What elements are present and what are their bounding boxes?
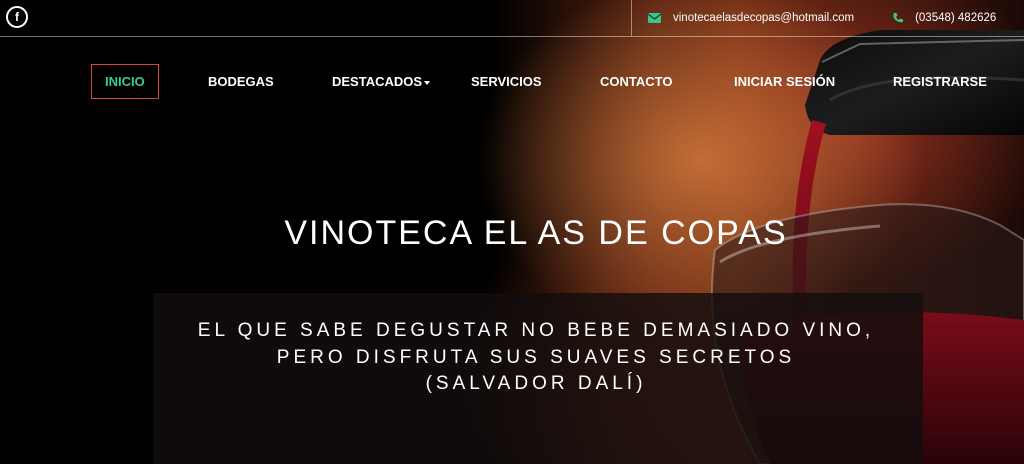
quote-line: EL QUE SABE DEGUSTAR NO BEBE DEMASIADO V… xyxy=(197,320,875,341)
top-bar: f vinotecaelasdecopas@hotmail.com (03548… xyxy=(0,0,1024,37)
topbar-divider xyxy=(0,36,1024,37)
nav-item-servicios[interactable]: SERVICIOS xyxy=(471,64,542,99)
hero-quote: EL QUE SABE DEGUSTAR NO BEBE DEMASIADO V… xyxy=(0,318,1024,398)
main-nav: INICIO BODEGAS DESTACADOS SERVICIOS CONT… xyxy=(0,64,1024,99)
contact-email[interactable]: vinotecaelasdecopas@hotmail.com xyxy=(673,12,854,24)
nav-item-inicio[interactable]: INICIO xyxy=(91,64,159,99)
hero-title: VINOTECA EL AS DE COPAS xyxy=(284,214,788,252)
nav-item-iniciar-sesion[interactable]: INICIAR SESIÓN xyxy=(734,64,835,99)
quote-author: (SALVADOR DALÍ) xyxy=(425,373,647,394)
nav-item-destacados-label: DESTACADOS xyxy=(332,74,423,89)
nav-item-destacados[interactable]: DESTACADOS xyxy=(332,64,431,99)
facebook-icon[interactable]: f xyxy=(6,6,28,28)
phone-icon xyxy=(893,13,904,23)
envelope-icon xyxy=(648,13,661,23)
nav-item-bodegas[interactable]: BODEGAS xyxy=(208,64,274,99)
contact-info: vinotecaelasdecopas@hotmail.com (03548) … xyxy=(631,0,1024,36)
nav-item-contacto[interactable]: CONTACTO xyxy=(600,64,672,99)
quote-line: PERO DISFRUTA SUS SUAVES SECRETOS xyxy=(276,346,796,368)
contact-phone[interactable]: (03548) 482626 xyxy=(915,12,996,24)
caret-down-icon xyxy=(424,80,431,85)
nav-item-registrarse[interactable]: REGISTRARSE xyxy=(893,64,987,99)
